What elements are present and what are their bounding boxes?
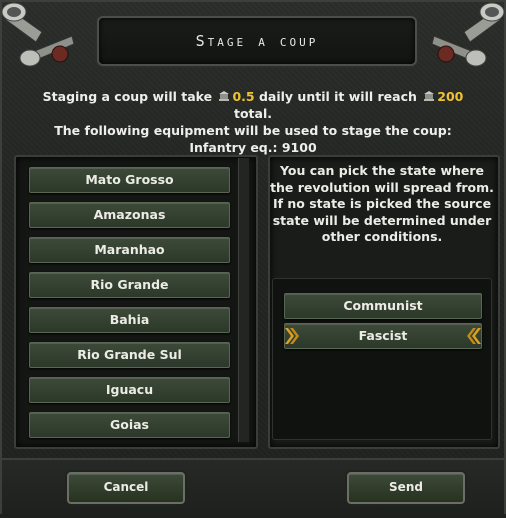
cost-line: Staging a coup will take 0.5 daily until… <box>22 88 484 122</box>
send-button[interactable]: Send <box>347 472 465 504</box>
title-bar: Stage a coup <box>97 16 417 66</box>
total-cost: 200 <box>437 89 464 104</box>
cost-middle: daily until it will reach <box>258 89 417 104</box>
ideology-fascist-button[interactable]: Fascist <box>284 323 482 349</box>
state-item-amazonas[interactable]: Amazonas <box>29 202 230 228</box>
selected-chevron-icon <box>285 328 299 344</box>
equipment-amount: Infantry eq.: 9100 <box>189 140 317 155</box>
equipment-line: The following equipment will be used to … <box>54 123 452 138</box>
state-list <box>14 155 258 449</box>
state-item-maranhao[interactable]: Maranhao <box>29 237 230 263</box>
state-item-iguacu[interactable]: Iguacu <box>29 377 230 403</box>
window-title: Stage a coup <box>195 32 319 50</box>
ideology-communist-button[interactable]: Communist <box>284 293 482 319</box>
state-item-goias[interactable]: Goias <box>29 412 230 438</box>
gramophone-horn-icon <box>431 2 504 67</box>
political-power-icon <box>219 91 230 101</box>
state-list-scrollbar[interactable] <box>238 158 249 442</box>
state-item-rio-grande-sul[interactable]: Rio Grande Sul <box>29 342 230 368</box>
state-item-bahia[interactable]: Bahia <box>29 307 230 333</box>
ideology-label: Communist <box>343 298 423 313</box>
cost-suffix: total. <box>233 106 272 121</box>
selected-chevron-icon <box>467 328 481 344</box>
gramophone-horn-icon <box>2 2 75 67</box>
daily-cost: 0.5 <box>232 89 255 104</box>
coup-description: Staging a coup will take 0.5 daily until… <box>22 88 484 156</box>
cancel-button[interactable]: Cancel <box>67 472 185 504</box>
state-item-rio-grande[interactable]: Rio Grande <box>29 272 230 298</box>
cost-prefix: Staging a coup will take <box>42 89 213 104</box>
state-pick-info: You can pick the state where the revolut… <box>270 163 494 244</box>
political-power-icon <box>424 91 435 101</box>
coup-window: Stage a coup Staging a coup will take 0.… <box>0 0 506 518</box>
state-item-mato-grosso[interactable]: Mato Grosso <box>29 167 230 193</box>
ideology-label: Fascist <box>358 328 408 343</box>
